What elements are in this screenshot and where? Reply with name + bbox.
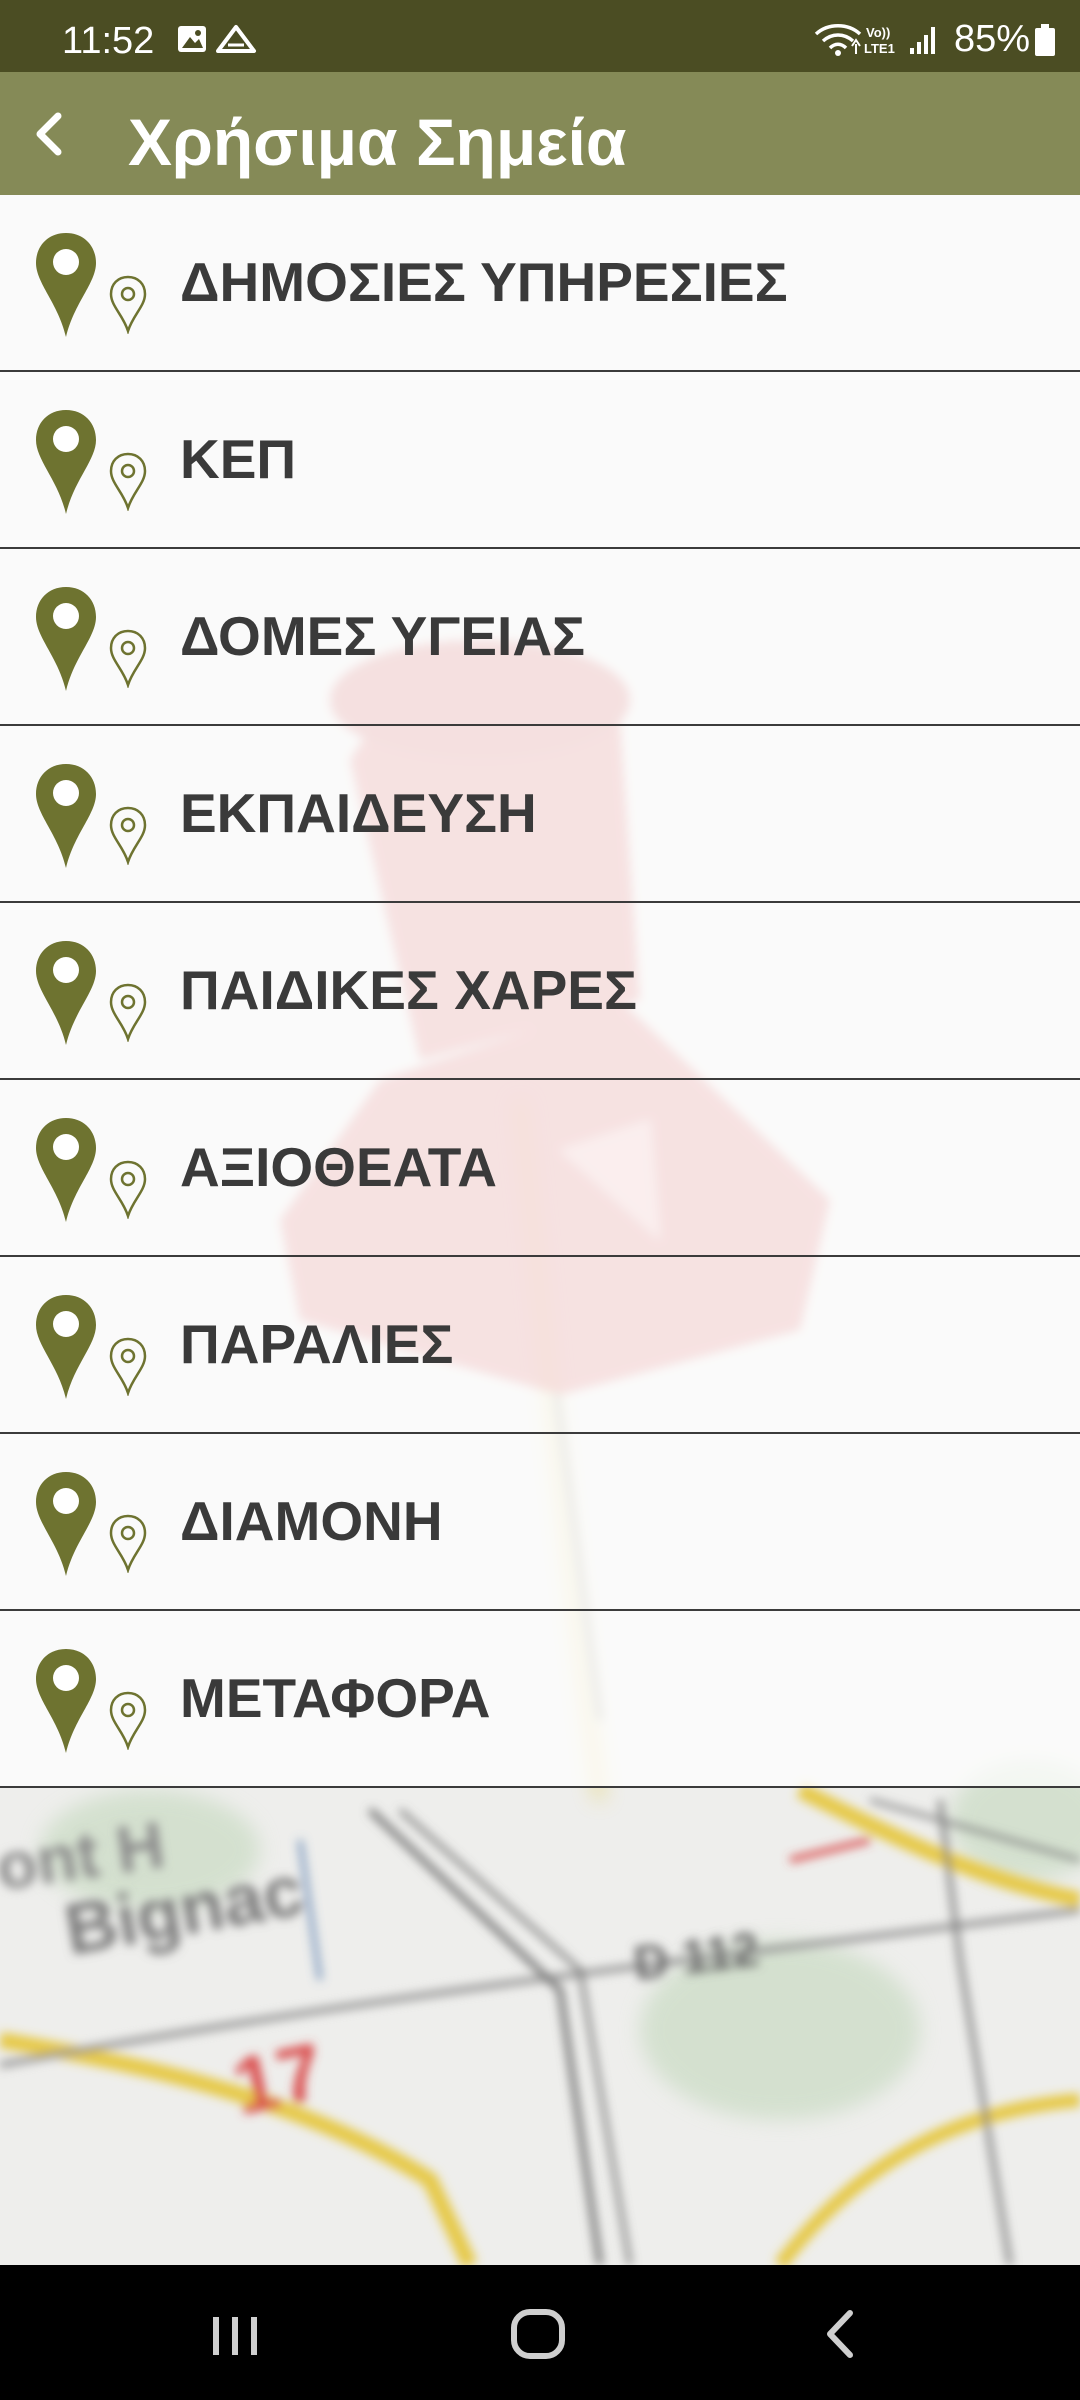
list-item[interactable]: ΔΙΑΜΟΝΗ bbox=[0, 1434, 1080, 1611]
map-pin-outline-icon bbox=[109, 1691, 147, 1750]
gallery-icon bbox=[178, 26, 206, 52]
list-item-label: ΠΑΡΑΛΙΕΣ bbox=[180, 1313, 454, 1375]
back-button[interactable] bbox=[14, 96, 90, 172]
status-right-icons: Vo)) LTE1 85% bbox=[814, 18, 1056, 61]
home-icon bbox=[511, 2309, 565, 2359]
list-item[interactable]: ΕΚΠΑΙΔΕΥΣΗ bbox=[0, 726, 1080, 903]
map-pin-icon bbox=[36, 941, 96, 1045]
battery-percent: 85% bbox=[953, 18, 1030, 60]
list-item-label: ΔΙΑΜΟΝΗ bbox=[180, 1490, 443, 1552]
map-pin-outline-icon bbox=[109, 452, 147, 511]
recents-icon bbox=[213, 2317, 257, 2355]
map-pin-outline-icon bbox=[109, 1514, 147, 1573]
map-pin-icon bbox=[36, 1295, 96, 1399]
list-item-label: ΔΗΜΟΣΙΕΣ ΥΠΗΡΕΣΙΕΣ bbox=[180, 251, 788, 313]
list-item[interactable]: ΠΑΙΔΙΚΕΣ ΧΑΡΕΣ bbox=[0, 903, 1080, 1080]
wifi-icon bbox=[814, 23, 862, 56]
drive-icon bbox=[216, 25, 256, 53]
signal-icon bbox=[909, 26, 935, 54]
nav-back-icon bbox=[827, 2310, 853, 2358]
map-pin-icon bbox=[36, 1472, 96, 1576]
map-label-road-number: 17 bbox=[225, 2026, 331, 2132]
list-item[interactable]: ΚΕΠ bbox=[0, 372, 1080, 549]
map-pin-icon bbox=[36, 1649, 96, 1753]
list-item-label: ΚΕΠ bbox=[180, 428, 297, 490]
map-pin-outline-icon bbox=[109, 983, 147, 1042]
navigation-bar bbox=[0, 2265, 1080, 2400]
map-pin-icon bbox=[36, 1118, 96, 1222]
svg-text:Vo)): Vo)) bbox=[866, 25, 890, 40]
list-item-label: ΕΚΠΑΙΔΕΥΣΗ bbox=[180, 782, 537, 844]
map-pin-outline-icon bbox=[109, 806, 147, 865]
list-item[interactable]: ΠΑΡΑΛΙΕΣ bbox=[0, 1257, 1080, 1434]
map-pin-icon bbox=[36, 764, 96, 868]
map-pin-icon bbox=[36, 233, 96, 337]
map-pin-outline-icon bbox=[109, 629, 147, 688]
map-pin-icon bbox=[36, 587, 96, 691]
home-button[interactable] bbox=[478, 2293, 598, 2373]
status-left-icons bbox=[176, 24, 266, 59]
app-bar: Χρήσιμα Σημεία bbox=[0, 72, 1080, 195]
map-pin-outline-icon bbox=[109, 1160, 147, 1219]
list-item[interactable]: ΔΟΜΕΣ ΥΓΕΙΑΣ bbox=[0, 549, 1080, 726]
back-arrow-icon bbox=[36, 112, 62, 156]
map-pin-icon bbox=[36, 410, 96, 514]
battery-icon bbox=[1035, 23, 1055, 56]
list-item[interactable]: ΜΕΤΑΦΟΡΑ bbox=[0, 1611, 1080, 1788]
svg-text:LTE1: LTE1 bbox=[864, 41, 895, 56]
list-item[interactable]: ΔΗΜΟΣΙΕΣ ΥΠΗΡΕΣΙΕΣ bbox=[0, 195, 1080, 372]
recents-button[interactable] bbox=[175, 2293, 295, 2373]
list-item-label: ΑΞΙΟΘΕΑΤΑ bbox=[180, 1136, 498, 1198]
category-list: ΔΗΜΟΣΙΕΣ ΥΠΗΡΕΣΙΕΣ ΚΕΠ ΔΟΜΕΣ ΥΓΕΙΑΣ ΕΚΠΑΙΔΕ… bbox=[0, 195, 1080, 1788]
list-item-label: ΔΟΜΕΣ ΥΓΕΙΑΣ bbox=[180, 605, 586, 667]
status-time: 11:52 bbox=[62, 20, 155, 62]
nav-back-button[interactable] bbox=[780, 2293, 900, 2373]
list-item[interactable]: ΑΞΙΟΘΕΑΤΑ bbox=[0, 1080, 1080, 1257]
map-pin-outline-icon bbox=[109, 1337, 147, 1396]
status-bar: 11:52 Vo)) LTE1 85% bbox=[0, 0, 1080, 72]
list-item-label: ΠΑΙΔΙΚΕΣ ΧΑΡΕΣ bbox=[180, 959, 637, 1021]
list-item-label: ΜΕΤΑΦΟΡΑ bbox=[180, 1667, 491, 1729]
map-pin-outline-icon bbox=[109, 275, 147, 334]
page-title: Χρήσιμα Σημεία bbox=[128, 105, 627, 179]
volte-lte-icon: Vo)) LTE1 bbox=[864, 25, 895, 56]
